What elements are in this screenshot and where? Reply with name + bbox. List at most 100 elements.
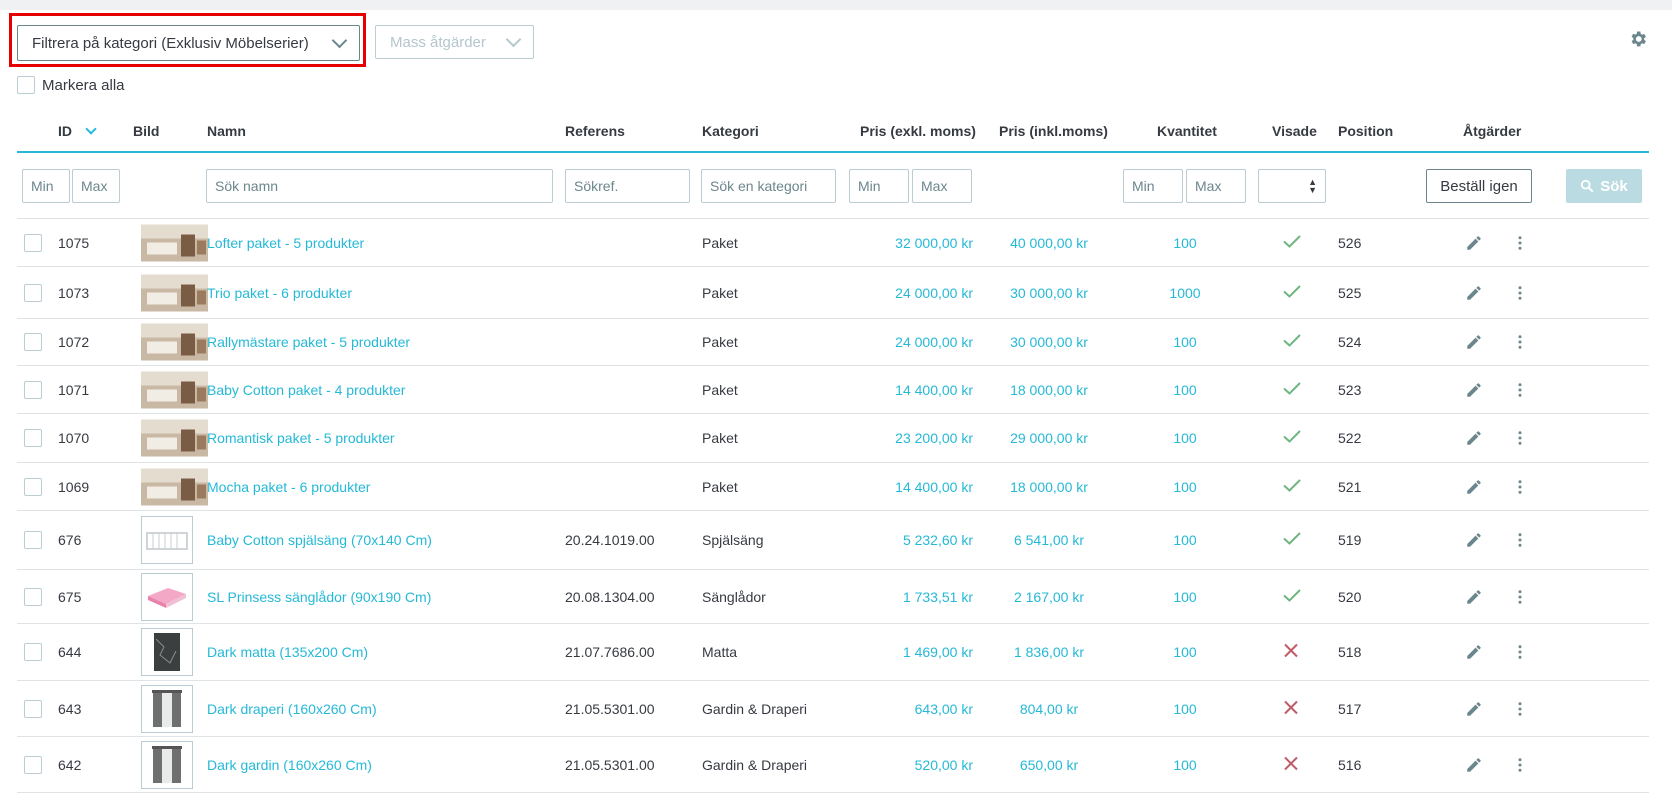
row-name-link[interactable]: Trio paket - 6 produkter [207,285,352,301]
more-vertical-icon[interactable] [1511,234,1529,252]
row-name-link[interactable]: Dark draperi (160x260 Cm) [207,701,377,717]
row-checkbox[interactable] [24,531,42,549]
product-thumbnail[interactable] [141,572,193,621]
shown-check-icon[interactable] [1283,532,1301,549]
shown-check-icon[interactable] [1283,284,1301,301]
row-name-link[interactable]: Baby Cotton paket - 4 produkter [207,382,405,398]
edit-pencil-icon[interactable] [1465,478,1483,496]
row-quantity[interactable]: 1000 [1140,285,1230,301]
product-thumbnail[interactable] [141,740,193,789]
row-price-excl[interactable]: 24 000,00 kr [853,285,973,301]
row-checkbox[interactable] [24,587,42,606]
product-thumbnail[interactable] [141,684,193,733]
row-checkbox[interactable] [24,333,42,351]
edit-pencil-icon[interactable] [1465,700,1483,718]
col-reference[interactable]: Referens [565,123,625,139]
row-name-link[interactable]: Rallymästare paket - 5 produkter [207,334,410,350]
product-thumbnail[interactable] [141,419,208,457]
row-checkbox[interactable] [24,643,42,661]
row-name-link[interactable]: Baby Cotton spjälsäng (70x140 Cm) [207,532,432,548]
id-min-input[interactable] [22,169,70,203]
reference-search-input[interactable] [565,169,690,203]
sort-desc-icon[interactable] [85,123,97,135]
col-price-incl[interactable]: Pris (inkl.moms) [999,123,1108,139]
row-price-incl[interactable]: 40 000,00 kr [999,235,1099,251]
product-thumbnail[interactable] [141,516,193,564]
col-id[interactable]: ID [58,123,72,139]
qty-max-input[interactable] [1186,169,1246,203]
more-vertical-icon[interactable] [1511,588,1529,606]
row-quantity[interactable]: 100 [1140,532,1230,548]
edit-pencil-icon[interactable] [1465,756,1483,774]
row-name-link[interactable]: Dark matta (135x200 Cm) [207,644,368,660]
row-price-excl[interactable]: 1 733,51 kr [853,589,973,605]
row-price-excl[interactable]: 32 000,00 kr [853,235,973,251]
col-position[interactable]: Position [1338,123,1393,139]
row-price-incl[interactable]: 1 836,00 kr [999,644,1099,660]
row-price-incl[interactable]: 6 541,00 kr [999,532,1099,548]
price-min-input[interactable] [849,169,909,203]
hidden-cross-icon[interactable] [1283,755,1299,774]
row-checkbox[interactable] [24,233,42,252]
reset-button[interactable]: Beställ igen [1426,169,1532,203]
row-checkbox[interactable] [24,477,42,496]
select-all-checkbox[interactable] [17,76,35,94]
row-name-link[interactable]: SL Prinsess sänglådor (90x190 Cm) [207,589,431,605]
row-price-incl[interactable]: 804,00 kr [999,701,1099,717]
row-quantity[interactable]: 100 [1140,479,1230,495]
select-all[interactable]: Markera alla [17,76,125,94]
row-quantity[interactable]: 100 [1140,589,1230,605]
row-price-excl[interactable]: 14 400,00 kr [853,382,973,398]
edit-pencil-icon[interactable] [1465,333,1483,351]
row-quantity[interactable]: 100 [1140,235,1230,251]
row-price-excl[interactable]: 14 400,00 kr [853,479,973,495]
more-vertical-icon[interactable] [1511,429,1529,447]
row-price-incl[interactable]: 2 167,00 kr [999,589,1099,605]
more-vertical-icon[interactable] [1511,333,1529,351]
edit-pencil-icon[interactable] [1465,234,1483,252]
row-checkbox[interactable] [24,429,42,447]
gear-icon[interactable] [1628,29,1648,49]
name-search-input[interactable] [206,169,553,203]
row-price-excl[interactable]: 520,00 kr [853,757,973,773]
search-button[interactable]: Sök [1566,169,1642,203]
product-thumbnail[interactable] [141,628,193,676]
col-name[interactable]: Namn [207,123,246,139]
product-thumbnail[interactable] [141,468,208,505]
category-search-input[interactable] [701,169,836,203]
row-quantity[interactable]: 100 [1140,382,1230,398]
row-checkbox[interactable] [24,699,42,718]
more-vertical-icon[interactable] [1511,284,1529,302]
mass-actions-dropdown[interactable]: Mass åtgärder [375,25,534,59]
row-price-excl[interactable]: 5 232,60 kr [853,532,973,548]
shown-select[interactable]: ▲ ▼ [1258,169,1326,203]
row-name-link[interactable]: Lofter paket - 5 produkter [207,235,364,251]
shown-check-icon[interactable] [1283,588,1301,605]
hidden-cross-icon[interactable] [1283,643,1299,662]
shown-check-icon[interactable] [1283,478,1301,495]
row-price-excl[interactable]: 23 200,00 kr [853,430,973,446]
row-name-link[interactable]: Dark gardin (160x260 Cm) [207,757,372,773]
row-price-excl[interactable]: 1 469,00 kr [853,644,973,660]
qty-min-input[interactable] [1123,169,1183,203]
row-checkbox[interactable] [24,380,42,399]
row-price-incl[interactable]: 18 000,00 kr [999,479,1099,495]
row-name-link[interactable]: Mocha paket - 6 produkter [207,479,370,495]
more-vertical-icon[interactable] [1511,381,1529,399]
row-quantity[interactable]: 100 [1140,334,1230,350]
hidden-cross-icon[interactable] [1283,699,1299,718]
edit-pencil-icon[interactable] [1465,531,1483,549]
row-checkbox[interactable] [24,283,42,302]
edit-pencil-icon[interactable] [1465,588,1483,606]
product-thumbnail[interactable] [141,371,208,408]
row-price-incl[interactable]: 18 000,00 kr [999,382,1099,398]
col-price-excl[interactable]: Pris (exkl. moms) [860,123,976,139]
row-price-incl[interactable]: 30 000,00 kr [999,285,1099,301]
more-vertical-icon[interactable] [1511,643,1529,661]
product-thumbnail[interactable] [141,323,208,361]
more-vertical-icon[interactable] [1511,700,1529,718]
filter-category-dropdown[interactable]: Filtrera på kategori (Exklusiv Möbelseri… [17,25,360,61]
row-price-incl[interactable]: 30 000,00 kr [999,334,1099,350]
col-quantity[interactable]: Kvantitet [1157,123,1217,139]
row-quantity[interactable]: 100 [1140,430,1230,446]
